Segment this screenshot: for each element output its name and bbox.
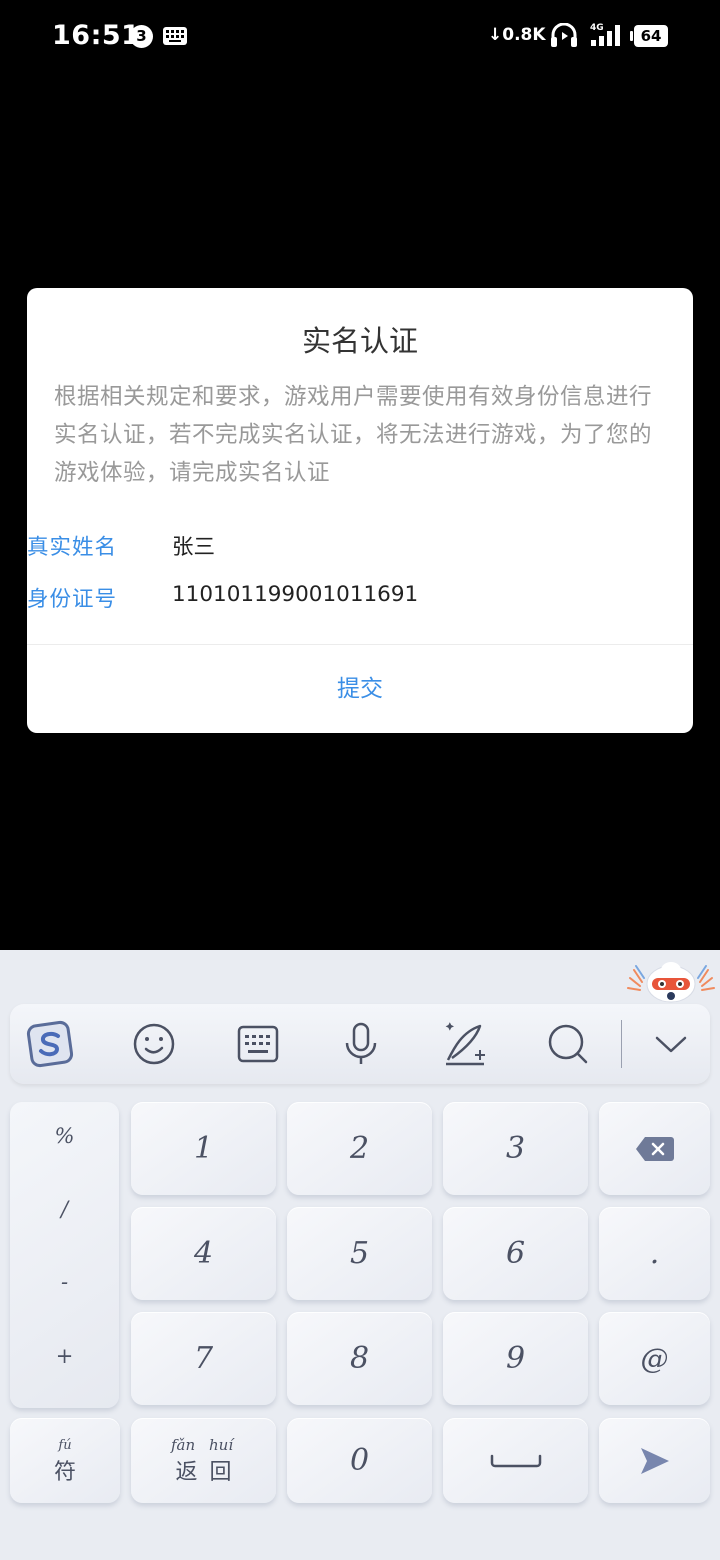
toolbar-divider <box>621 1020 622 1068</box>
signal-icon: 4G <box>590 23 620 46</box>
symbol-column[interactable]: % / - + <box>10 1102 119 1408</box>
real-name-dialog: 实名认证 根据相关规定和要求，游戏用户需要使用有效身份信息进行实名认证，若不完成… <box>27 288 693 733</box>
key-5[interactable]: 5 <box>287 1207 432 1300</box>
id-label: 身份证号 <box>27 587 118 612</box>
symbol-minus-key[interactable]: - <box>10 1270 119 1294</box>
soft-keyboard: % / - + 1 2 3 4 5 6 . 7 8 9 @ fú 符 fǎn h… <box>0 950 720 1560</box>
back-key-pinyin-2: huí <box>209 1436 234 1454</box>
dialog-title: 实名认证 <box>301 324 418 358</box>
back-key-label: 返回 <box>175 1460 244 1485</box>
symbol-slash-key[interactable]: / <box>10 1197 119 1221</box>
keyboard-toolbar <box>10 1004 710 1084</box>
key-8[interactable]: 8 <box>287 1312 432 1405</box>
handwriting-icon[interactable] <box>440 1018 490 1070</box>
status-time: 16:51 <box>52 20 141 51</box>
notification-count-badge: 3 <box>130 25 153 48</box>
backspace-icon <box>636 1137 674 1161</box>
status-bar: 16:51 3 ↓0.8K 4G 64 <box>0 0 720 72</box>
symbol-key-pinyin: fú <box>58 1438 72 1453</box>
key-3[interactable]: 3 <box>443 1102 588 1195</box>
keyboard-icon[interactable] <box>233 1018 283 1070</box>
search-icon[interactable] <box>543 1018 593 1070</box>
key-4[interactable]: 4 <box>131 1207 276 1300</box>
network-type: 4G <box>590 23 604 33</box>
space-key[interactable] <box>443 1418 588 1503</box>
dot-key[interactable]: . <box>599 1207 710 1300</box>
keyboard-status-icon <box>163 27 187 45</box>
sogou-logo-icon[interactable] <box>26 1018 76 1070</box>
name-label: 真实姓名 <box>27 535 118 560</box>
key-0[interactable]: 0 <box>287 1418 432 1503</box>
emoji-icon[interactable] <box>129 1018 179 1070</box>
net-speed: ↓0.8K <box>488 25 546 45</box>
id-number-field[interactable]: 110101199001011691 <box>172 582 418 607</box>
delete-key[interactable] <box>599 1102 710 1195</box>
name-field[interactable]: 张三 <box>172 530 215 561</box>
space-bar-icon <box>490 1454 542 1468</box>
mascot-icon[interactable] <box>626 958 716 1004</box>
microphone-icon[interactable] <box>336 1018 386 1070</box>
symbol-key-label: 符 <box>53 1460 76 1485</box>
symbol-key[interactable]: fú 符 <box>10 1418 120 1503</box>
send-key[interactable] <box>599 1418 710 1503</box>
key-9[interactable]: 9 <box>443 1312 588 1405</box>
headset-icon <box>551 23 577 47</box>
download-arrow-icon: ↓ <box>488 25 503 45</box>
net-speed-value: 0.8K <box>502 25 546 45</box>
chevron-down-icon[interactable] <box>646 1018 696 1070</box>
send-icon <box>641 1448 669 1474</box>
battery-indicator: 64 <box>630 25 668 47</box>
dialog-description: 根据相关规定和要求，游戏用户需要使用有效身份信息进行实名认证，若不完成实名认证，… <box>54 384 653 486</box>
key-6[interactable]: 6 <box>443 1207 588 1300</box>
key-2[interactable]: 2 <box>287 1102 432 1195</box>
at-key[interactable]: @ <box>599 1312 710 1405</box>
key-7[interactable]: 7 <box>131 1312 276 1405</box>
symbol-percent-key[interactable]: % <box>10 1124 119 1148</box>
submit-button[interactable]: 提交 <box>27 645 693 733</box>
symbol-plus-key[interactable]: + <box>10 1344 119 1368</box>
key-1[interactable]: 1 <box>131 1102 276 1195</box>
back-key[interactable]: fǎn huí 返回 <box>131 1418 276 1503</box>
back-key-pinyin-1: fǎn <box>171 1436 196 1454</box>
